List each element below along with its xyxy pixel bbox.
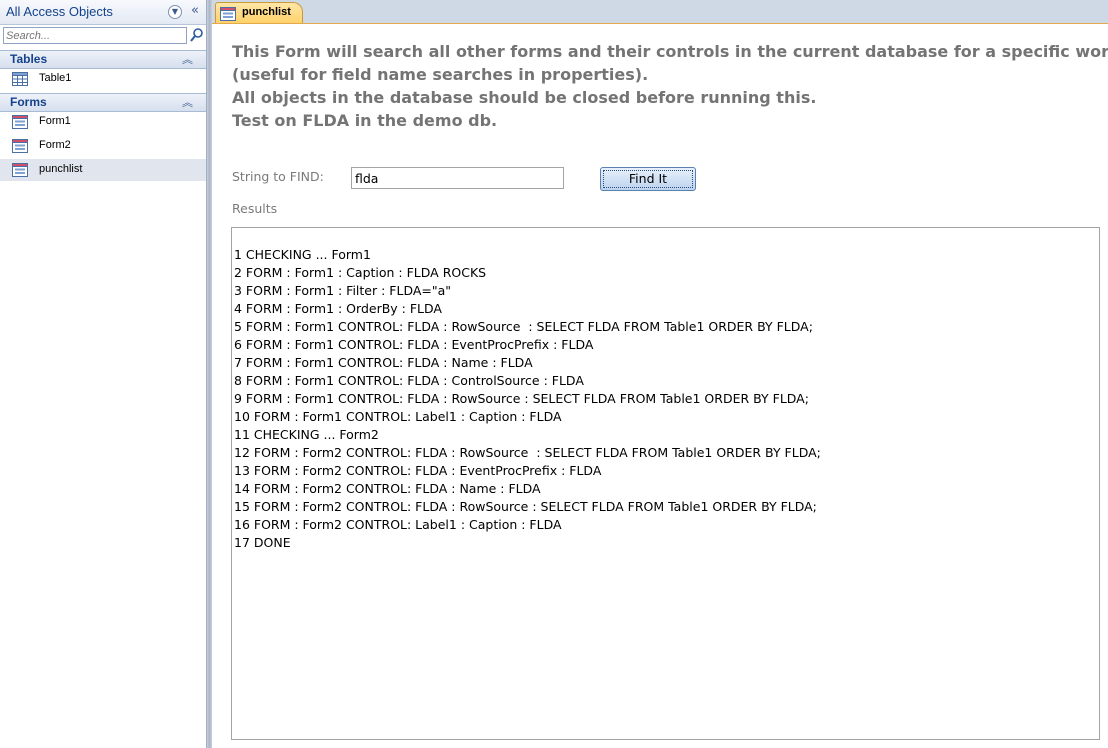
result-line: 8 FORM : Form1 CONTROL: FLDA : ControlSo… xyxy=(234,373,584,388)
find-string-input[interactable] xyxy=(351,167,564,189)
navigation-pane: All Access Objects ▼ « Tables ︽ Table1 xyxy=(0,0,207,748)
result-line: 12 FORM : Form2 CONTROL: FLDA : RowSourc… xyxy=(234,445,821,460)
result-line: 16 FORM : Form2 CONTROL: Label1 : Captio… xyxy=(234,517,562,532)
intro-text: This Form will search all other forms an… xyxy=(232,40,1108,132)
group-title: Tables xyxy=(10,52,48,66)
chevron-up-double-icon[interactable]: ︽ xyxy=(182,51,193,67)
nav-item-punchlist[interactable]: punchlist xyxy=(0,159,206,181)
result-line: 7 FORM : Form1 CONTROL: FLDA : Name : FL… xyxy=(234,355,533,370)
result-line: 2 FORM : Form1 : Caption : FLDA ROCKS xyxy=(234,265,487,280)
collapse-pane-icon[interactable]: « xyxy=(188,3,202,19)
find-it-button[interactable]: Find It xyxy=(600,167,696,191)
nav-item-label: Table1 xyxy=(39,72,72,84)
intro-line: This Form will search all other forms an… xyxy=(232,42,1108,61)
results-list: 1 CHECKING ... Form1 2 FORM : Form1 : Ca… xyxy=(234,246,821,552)
nav-item-label: Form2 xyxy=(39,139,71,151)
group-title: Forms xyxy=(10,95,47,109)
intro-line: (useful for field name searches in prope… xyxy=(232,65,649,84)
chevron-down-icon[interactable]: ▼ xyxy=(168,5,182,19)
result-line: 15 FORM : Form2 CONTROL: FLDA : RowSourc… xyxy=(234,499,817,514)
intro-line: Test on FLDA in the demo db. xyxy=(232,111,498,130)
tab-label: punchlist xyxy=(242,6,291,18)
form-icon xyxy=(12,114,28,129)
intro-line: All objects in the database should be cl… xyxy=(232,88,817,107)
result-line: 1 CHECKING ... Form1 xyxy=(234,247,371,262)
results-textbox[interactable]: 1 CHECKING ... Form1 2 FORM : Form1 : Ca… xyxy=(231,227,1100,740)
results-label: Results xyxy=(232,201,278,216)
find-label: String to FIND: xyxy=(232,169,324,184)
result-line: 10 FORM : Form1 CONTROL: Label1 : Captio… xyxy=(234,409,562,424)
form-body: This Form will search all other forms an… xyxy=(212,24,1108,748)
form-icon xyxy=(12,138,28,153)
find-it-button-label: Find It xyxy=(628,171,668,186)
result-line: 6 FORM : Form1 CONTROL: FLDA : EventProc… xyxy=(234,337,594,352)
nav-item-label: punchlist xyxy=(39,163,83,175)
nav-item-label: Form1 xyxy=(39,115,71,127)
document-tab-strip: punchlist xyxy=(212,0,1108,24)
result-line: 5 FORM : Form1 CONTROL: FLDA : RowSource… xyxy=(234,319,813,334)
search-icon[interactable] xyxy=(189,27,205,44)
form-icon xyxy=(12,162,28,177)
result-line: 9 FORM : Form1 CONTROL: FLDA : RowSource… xyxy=(234,391,809,406)
nav-item-form1[interactable]: Form1 xyxy=(0,111,206,133)
nav-pane-title[interactable]: All Access Objects xyxy=(6,4,113,19)
result-line: 17 DONE xyxy=(234,535,291,550)
result-line: 13 FORM : Form2 CONTROL: FLDA : EventPro… xyxy=(234,463,602,478)
nav-pane-header[interactable]: All Access Objects ▼ « xyxy=(0,0,206,25)
chevron-up-double-icon[interactable]: ︽ xyxy=(182,94,193,110)
nav-search-input[interactable] xyxy=(3,27,187,44)
result-line: 14 FORM : Form2 CONTROL: FLDA : Name : F… xyxy=(234,481,541,496)
group-header-tables[interactable]: Tables ︽ xyxy=(0,50,206,69)
tab-punchlist[interactable]: punchlist xyxy=(215,2,303,23)
table-icon xyxy=(12,71,28,86)
result-line: 3 FORM : Form1 : Filter : FLDA="a" xyxy=(234,283,452,298)
result-line: 11 CHECKING ... Form2 xyxy=(234,427,379,442)
form-icon xyxy=(220,6,236,21)
nav-item-form2[interactable]: Form2 xyxy=(0,135,206,157)
group-header-forms[interactable]: Forms ︽ xyxy=(0,93,206,112)
nav-item-table1[interactable]: Table1 xyxy=(0,68,206,90)
result-line: 4 FORM : Form1 : OrderBy : FLDA xyxy=(234,301,442,316)
